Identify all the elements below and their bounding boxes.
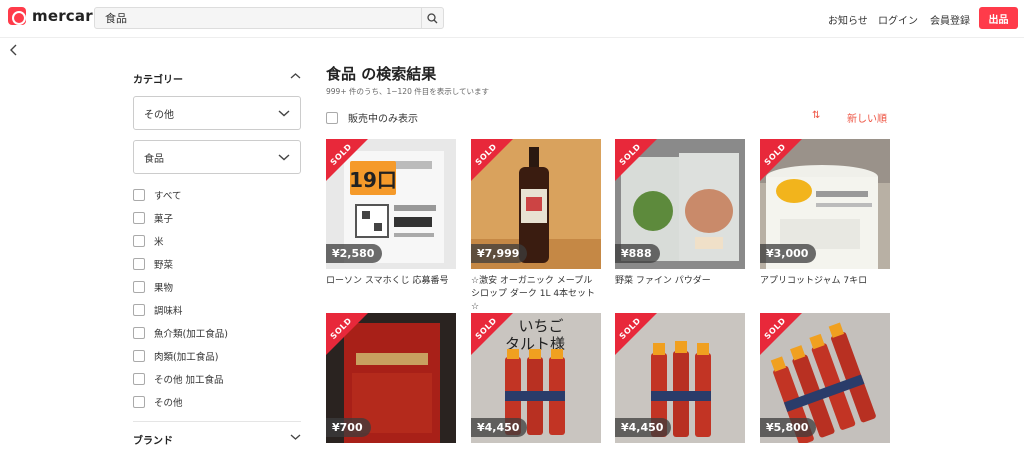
checkbox[interactable] (133, 189, 145, 201)
item-card[interactable]: SOLD ¥4,450 (615, 313, 745, 443)
checkbox-row[interactable]: 調味料 (133, 303, 183, 317)
item-price: ¥4,450 (615, 418, 672, 437)
checkbox-label: 野菜 (154, 260, 174, 271)
logo-text: mercari (32, 7, 99, 25)
checkbox-row[interactable]: 肉類(加工食品) (133, 349, 218, 363)
category-select-2[interactable]: 食品 (133, 140, 301, 174)
mercari-logo-icon (8, 7, 26, 25)
checkbox-label: 菓子 (154, 214, 174, 225)
item-thumbnail[interactable]: SOLD ¥700 (326, 313, 456, 443)
chevron-down-icon[interactable] (290, 433, 301, 441)
checkbox-row[interactable]: 野菜 (133, 257, 173, 271)
checkbox-row[interactable]: その他 加工食品 (133, 372, 224, 386)
checkbox-label: その他 加工食品 (154, 375, 224, 386)
item-thumbnail[interactable]: SOLD ¥4,450 (615, 313, 745, 443)
select-1-value: その他 (144, 109, 174, 121)
photo-text-line1: いちご (518, 317, 563, 335)
select-2-value: 食品 (144, 153, 164, 165)
item-name[interactable]: ☆激安 オーガニック メープルシロップ ダーク 1L 4本セット☆ (471, 275, 601, 314)
chevron-up-icon[interactable] (290, 72, 301, 80)
item-thumbnail[interactable]: 19口 SOLD ¥2,580 (326, 139, 456, 269)
item-price: ¥5,800 (760, 418, 817, 437)
item-thumbnail[interactable]: SOLD ¥3,000 (760, 139, 890, 269)
item-thumbnail[interactable]: いちご タルト様 SOLD ¥4,450 (471, 313, 601, 443)
checkbox-label: 米 (154, 237, 164, 248)
item-name[interactable]: アプリコットジャム 7キロ (760, 275, 890, 288)
sell-button[interactable]: 出品 (979, 7, 1018, 29)
checkbox-label: 調味料 (154, 306, 183, 317)
item-price: ¥3,000 (760, 244, 817, 263)
top-header: mercari 食品 お知らせ ログイン 会員登録 出品 (0, 0, 1024, 38)
checkbox[interactable] (133, 258, 145, 270)
item-card[interactable]: SOLD ¥700 (326, 313, 456, 443)
checkbox[interactable] (133, 350, 145, 362)
category-select-1[interactable]: その他 (133, 96, 301, 130)
item-card[interactable]: SOLD ¥5,800 (760, 313, 890, 443)
onsale-checkbox[interactable] (326, 111, 338, 124)
checkbox[interactable] (133, 281, 145, 293)
back-chevron-icon[interactable] (8, 43, 20, 57)
search-input[interactable]: 食品 (95, 10, 421, 26)
checkbox-row[interactable]: 米 (133, 234, 164, 248)
checkbox-label: すべて (154, 191, 182, 202)
sidebar-divider (133, 421, 301, 422)
notice-link[interactable]: お知らせ (828, 12, 868, 27)
item-card[interactable]: いちご タルト様 SOLD ¥4,450 (471, 313, 601, 443)
item-name[interactable]: ローソン スマホくじ 応募番号 (326, 275, 456, 288)
checkbox[interactable] (133, 235, 145, 247)
brand-title: ブランド (133, 436, 173, 447)
item-price: ¥888 (615, 244, 660, 263)
sort-icon[interactable]: ⇅ (812, 110, 820, 121)
sort-select[interactable]: 新しい順 (847, 110, 887, 125)
checkbox-label: 肉類(加工食品) (154, 352, 219, 363)
checkbox-row[interactable]: 菓子 (133, 211, 173, 225)
search-button[interactable] (421, 8, 443, 28)
checkbox-row[interactable]: 果物 (133, 280, 173, 294)
item-name[interactable]: 野菜 ファイン パウダー (615, 275, 745, 288)
checkbox[interactable] (133, 304, 145, 316)
search-box[interactable]: 食品 (94, 7, 444, 29)
checkbox[interactable] (133, 373, 145, 385)
onsale-filter[interactable]: 販売中のみ表示 (326, 110, 418, 125)
chevron-down-icon (278, 154, 290, 161)
item-card[interactable]: SOLD ¥3,000 アプリコットジャム 7キロ (760, 139, 890, 288)
search-icon (427, 12, 438, 23)
mercari-logo[interactable]: mercari (8, 7, 98, 25)
item-card[interactable]: 19口 SOLD ¥2,580 ローソン スマホくじ 応募番号 (326, 139, 456, 288)
checkbox-label: 魚介類(加工食品) (154, 329, 228, 340)
item-thumbnail[interactable]: SOLD ¥5,800 (760, 313, 890, 443)
item-card[interactable]: SOLD ¥7,999 ☆激安 オーガニック メープルシロップ ダーク 1L 4… (471, 139, 601, 314)
category-title: カテゴリー (133, 75, 183, 86)
chevron-down-icon (278, 110, 290, 117)
login-link[interactable]: ログイン (878, 12, 918, 27)
item-card[interactable]: SOLD ¥888 野菜 ファイン パウダー (615, 139, 745, 288)
item-thumbnail[interactable]: SOLD ¥7,999 (471, 139, 601, 269)
checkbox-row[interactable]: すべて (133, 188, 181, 202)
register-link[interactable]: 会員登録 (930, 12, 970, 27)
item-price: ¥4,450 (471, 418, 528, 437)
checkbox[interactable] (133, 327, 145, 339)
checkbox-row[interactable]: その他 (133, 395, 183, 409)
checkbox[interactable] (133, 396, 145, 408)
item-thumbnail[interactable]: SOLD ¥888 (615, 139, 745, 269)
result-count: 999+ 件のうち、1−120 件目を表示しています (326, 87, 490, 96)
item-price: ¥7,999 (471, 244, 528, 263)
onsale-label: 販売中のみ表示 (348, 114, 418, 125)
checkbox-row[interactable]: 魚介類(加工食品) (133, 326, 228, 340)
checkbox-label: その他 (154, 398, 183, 409)
item-price: ¥2,580 (326, 244, 383, 263)
item-price: ¥700 (326, 418, 371, 437)
checkbox-label: 果物 (154, 283, 174, 294)
checkbox[interactable] (133, 212, 145, 224)
page-title: 食品 の検索結果 (326, 65, 437, 83)
